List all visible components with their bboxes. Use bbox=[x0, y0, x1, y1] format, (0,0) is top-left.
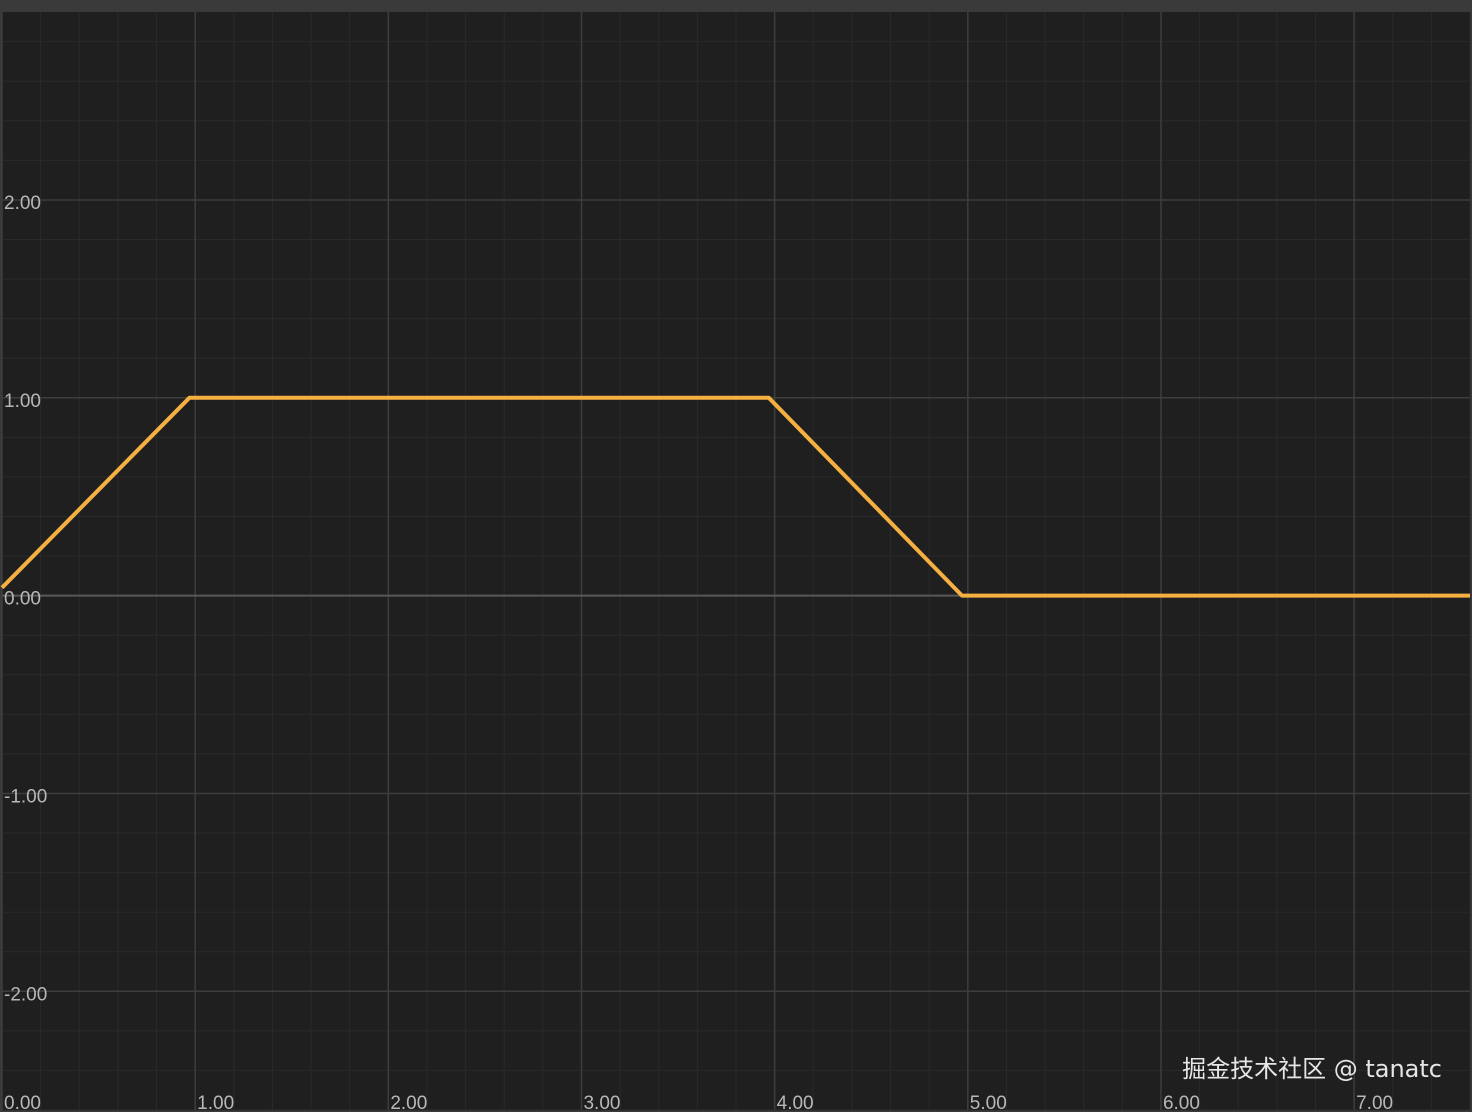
y-tick-label: 2.00 bbox=[4, 193, 41, 214]
x-tick-label: 2.00 bbox=[390, 1093, 427, 1112]
x-tick-label: 0.00 bbox=[4, 1093, 41, 1112]
watermark-text: 掘金技术社区 @ tanatc bbox=[1182, 1055, 1442, 1083]
y-tick-label: -1.00 bbox=[4, 786, 47, 807]
y-tick-label: 1.00 bbox=[4, 391, 41, 412]
x-tick-label: 5.00 bbox=[970, 1093, 1007, 1112]
x-tick-label: 6.00 bbox=[1163, 1093, 1200, 1112]
x-tick-label: 3.00 bbox=[583, 1093, 620, 1112]
y-tick-label: -2.00 bbox=[4, 984, 47, 1005]
curve-editor-chart[interactable]: 2.00 1.00 0.00 -1.00 -2.00 0.00 1.00 2.00 3.00 4.… bbox=[0, 0, 1472, 1112]
x-tick-label: 4.00 bbox=[777, 1093, 814, 1112]
y-tick-label: 0.00 bbox=[4, 589, 41, 610]
x-tick-label: 1.00 bbox=[197, 1093, 234, 1112]
x-tick-label: 7.00 bbox=[1356, 1093, 1393, 1112]
